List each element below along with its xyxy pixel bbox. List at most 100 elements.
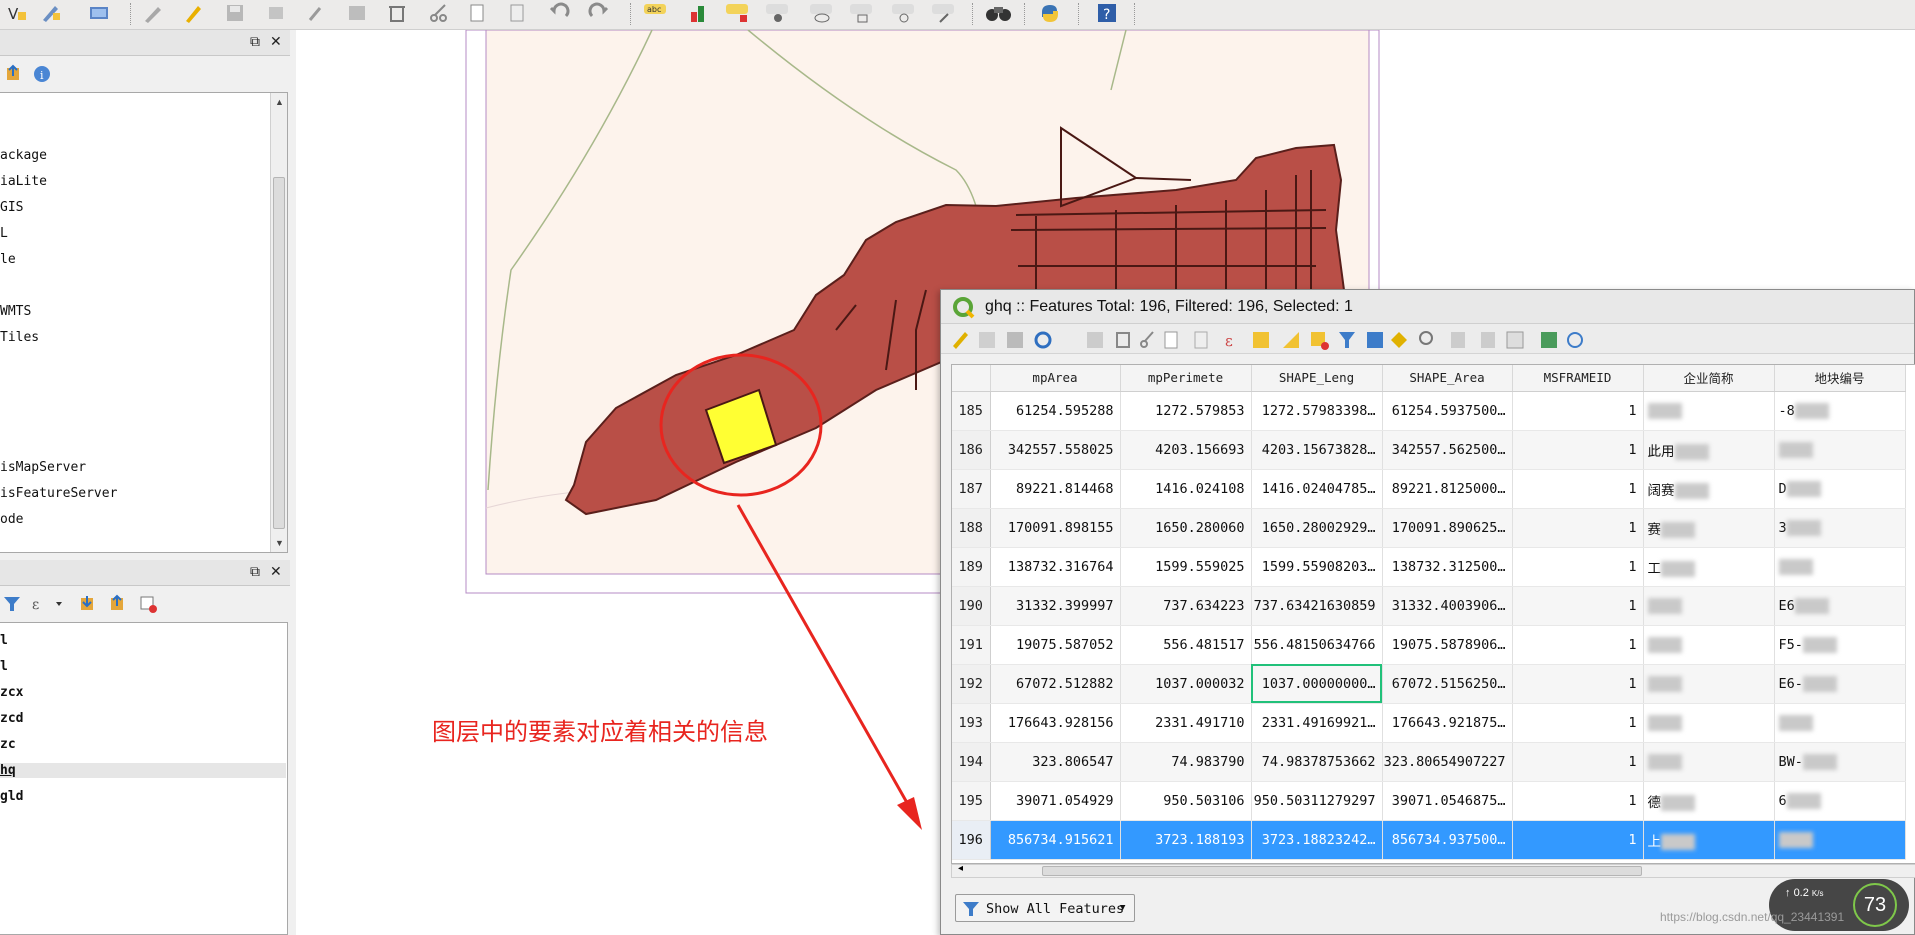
table-cell[interactable] [1643,586,1775,626]
table-cell[interactable]: 1 [1512,703,1644,743]
browser-item[interactable]: ode [0,512,23,527]
remove-layer-icon[interactable] [138,594,158,614]
edit-toggle-icon[interactable] [953,332,968,349]
layer-item[interactable]: zcd [0,711,23,726]
table-cell[interactable]: 176643.921875… [1382,703,1513,743]
label-move-icon[interactable] [764,2,788,24]
table-cell[interactable]: 1037.00000000… [1251,664,1383,704]
browser-item[interactable]: GIS [0,200,23,215]
layer-item[interactable]: l [0,659,8,674]
row-number[interactable]: 196 [952,820,991,860]
table-row[interactable]: 189 138732.316764 1599.559025 1599.55908203… [952,547,1906,587]
row-number[interactable]: 195 [952,781,991,821]
diagram-icon[interactable] [688,2,710,24]
browser-item[interactable]: ackage [0,148,47,163]
table-cell[interactable] [1774,820,1906,860]
table-cell[interactable]: 1 [1512,742,1644,782]
table-cell[interactable]: 170091.898155 [990,508,1121,548]
table-cell[interactable]: 737.63421630859 [1251,586,1383,626]
copy-icon[interactable] [466,2,488,24]
table-cell[interactable]: 737.634223 [1120,586,1252,626]
table-cell[interactable]: 950.50311279297 [1251,781,1383,821]
table-cell[interactable]: 1599.559025 [1120,547,1252,587]
table-cell[interactable]: 89221.814468 [990,469,1121,509]
table-cell[interactable]: 39071.054929 [990,781,1121,821]
delete-field-icon[interactable] [1481,332,1495,348]
browser-item[interactable]: L [0,226,8,241]
table-cell[interactable] [1774,547,1906,587]
help-icon[interactable]: ? [1096,2,1118,24]
table-cell[interactable]: 19075.5878906… [1382,625,1513,665]
label-icon[interactable]: abc [642,2,666,24]
select-by-expression-icon[interactable]: ε [1225,332,1233,350]
pan-to-selection-icon[interactable] [1391,332,1407,348]
expression-filter-icon[interactable]: ε [30,594,66,614]
table-cell[interactable]: 1 [1512,391,1644,431]
redo-icon[interactable] [588,2,610,24]
actions-icon[interactable] [1567,332,1583,348]
table-row[interactable]: 194 323.806547 74.983790 74.98378753662 323.… [952,742,1906,782]
python-console-icon[interactable] [1038,2,1060,24]
table-cell[interactable]: 74.98378753662 [1251,742,1383,782]
column-header[interactable]: SHAPE_Leng [1251,365,1383,392]
save-edits-icon[interactable] [224,2,246,24]
table-cell[interactable]: 1 [1512,625,1644,665]
move-selection-top-icon[interactable] [1367,332,1383,348]
column-header[interactable]: mpArea [990,365,1121,392]
table-cell[interactable]: 323.806547 [990,742,1121,782]
close-panel-icon[interactable]: ✕ [270,564,282,580]
reload-icon[interactable] [1034,331,1052,349]
table-cell[interactable]: 950.503106 [1120,781,1252,821]
edit-pencil-icon[interactable] [142,2,164,24]
zoom-to-selection-icon[interactable] [1419,331,1433,345]
label-rotate-icon[interactable] [848,2,872,24]
table-cell[interactable]: 4203.15673828… [1251,430,1383,470]
table-row[interactable]: 186 342557.558025 4203.156693 4203.15673828… [952,430,1906,470]
browser-item[interactable]: iaLite [0,174,47,189]
layer-item[interactable]: hq [0,763,286,778]
layer-item[interactable]: l [0,633,8,648]
table-cell[interactable]: 6 [1774,781,1906,821]
row-number[interactable]: 194 [952,742,991,782]
browser-item[interactable]: WMTS [0,304,31,319]
column-header[interactable]: MSFRAMEID [1512,365,1644,392]
table-cell[interactable]: 阔赛 [1643,469,1775,509]
table-cell[interactable]: -8 [1774,391,1906,431]
table-cell[interactable]: 1 [1512,586,1644,626]
table-cell[interactable]: 1037.000032 [1120,664,1252,704]
table-cell[interactable]: 3 [1774,508,1906,548]
table-cell[interactable]: 1 [1512,469,1644,509]
select-all-icon[interactable] [1253,332,1269,348]
delete-icon[interactable] [386,2,408,24]
table-cell[interactable] [1643,742,1775,782]
table-cell[interactable]: 138732.316764 [990,547,1121,587]
table-cell[interactable]: 1650.28002929… [1251,508,1383,548]
undo-icon[interactable] [548,2,570,24]
table-cell[interactable]: F5- [1774,625,1906,665]
browser-scrollbar-thumb[interactable] [273,177,285,529]
table-cell[interactable]: 856734.915621 [990,820,1121,860]
table-cell[interactable]: 此用 [1643,430,1775,470]
table-cell[interactable]: 1 [1512,508,1644,548]
add-feature-icon[interactable] [266,2,288,24]
table-cell[interactable]: 1599.55908203… [1251,547,1383,587]
scroll-up-icon[interactable]: ▲ [275,97,284,107]
browser-item[interactable]: le [0,252,16,267]
browser-scrollbar[interactable]: ▲ ▼ [270,93,287,552]
browser-item[interactable]: Tiles [0,330,39,345]
table-row[interactable]: 190 31332.399997 737.634223 737.63421630859… [952,586,1906,626]
add-vector-layer-icon[interactable]: V [6,2,28,24]
paste-icon[interactable] [506,2,528,24]
label-change-icon[interactable] [890,2,914,24]
layer-item[interactable]: zcx [0,685,23,700]
label-show-icon[interactable] [808,2,832,24]
table-cell[interactable]: 856734.937500… [1382,820,1513,860]
field-calculator-icon[interactable] [1506,331,1524,349]
paste-icon[interactable] [1194,331,1208,349]
table-cell[interactable]: 74.983790 [1120,742,1252,782]
attribute-grid[interactable]: mpArea mpPerimete SHAPE_Leng SHAPE_Area MSFR… [951,364,1915,864]
column-header[interactable]: mpPerimete [1120,365,1252,392]
row-number[interactable]: 188 [952,508,991,548]
table-cell[interactable]: 323.80654907227 [1382,742,1513,782]
scroll-left-icon[interactable]: ◂ [958,863,963,874]
